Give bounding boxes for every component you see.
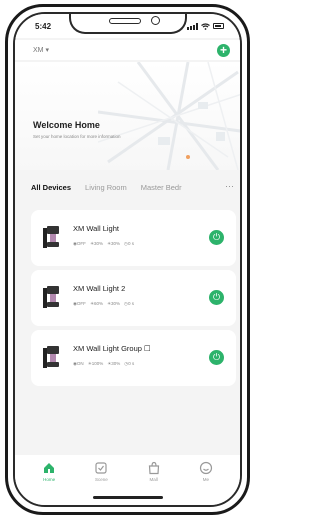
scene-icon [95, 462, 107, 474]
device-color: ☀30% [106, 241, 121, 246]
map-illustration [98, 62, 240, 170]
device-state: ◉OFF [73, 301, 86, 306]
power-button[interactable]: ⏻ [209, 290, 224, 305]
device-brightness: ☀30% [89, 241, 103, 246]
device-card[interactable]: XM Wall Light ◉OFF ☀30% ☀30% ◷0 s ⏻ [31, 210, 236, 266]
device-color: ☀30% [106, 301, 121, 306]
status-icons [187, 22, 224, 30]
status-time: 5:42 [35, 21, 52, 31]
tab-me[interactable]: Me [186, 461, 226, 505]
welcome-banner[interactable]: Welcome Home Set your home location for … [15, 62, 240, 170]
mall-icon [148, 461, 159, 475]
notch [68, 14, 187, 34]
device-state: ◉ON [73, 361, 84, 366]
screen: 5:42 XM ▾ + Welcome Home Set your home l… [13, 12, 242, 507]
device-name: XM Wall Light Group ☐ [73, 344, 151, 353]
device-card[interactable]: XM Wall Light Group ☐ ◉ON ☀100% ☀30% ◷0 … [31, 330, 236, 386]
more-tabs-icon[interactable]: ··· [223, 181, 234, 191]
home-indicator[interactable] [92, 496, 163, 499]
signal-icon [187, 22, 198, 30]
welcome-title: Welcome Home [33, 120, 100, 130]
device-name: XM Wall Light 2 [73, 284, 126, 293]
tab-living-room[interactable]: Living Room [85, 183, 127, 192]
wall-light-icon [43, 346, 59, 368]
battery-icon [213, 23, 224, 29]
me-icon [199, 461, 212, 475]
device-state: ◉OFF [73, 241, 86, 246]
bottom-tab-bar: Home Scene Mall Me [15, 455, 240, 505]
tab-all-devices[interactable]: All Devices [31, 183, 71, 192]
home-header: XM ▾ + [15, 40, 240, 60]
power-button[interactable]: ⏻ [209, 350, 224, 365]
device-stats: ◉OFF ☀60% ☀30% ◷0 s [73, 301, 134, 307]
home-selector[interactable]: XM ▾ [33, 46, 49, 54]
device-color: ☀30% [107, 361, 121, 366]
device-timer: ◷0 s [124, 301, 134, 306]
wifi-icon [201, 22, 210, 30]
home-icon [44, 463, 55, 473]
device-brightness: ☀100% [87, 361, 104, 366]
wall-light-icon [43, 286, 59, 308]
welcome-subtitle: Set your home location for more informat… [33, 134, 121, 139]
tab-mall-label: Mall [149, 477, 158, 482]
tab-master-bedroom[interactable]: Master Bedr [141, 183, 182, 192]
tab-home-label: Home [43, 477, 56, 482]
tab-home[interactable]: Home [29, 461, 69, 505]
device-name: XM Wall Light [73, 224, 119, 233]
room-tabs: All Devices Living Room Master Bedr ··· [15, 178, 240, 196]
device-timer: ◷0 s [124, 361, 135, 366]
device-timer: ◷0 s [124, 241, 134, 246]
speaker-icon [108, 18, 141, 24]
device-brightness: ☀60% [89, 301, 103, 306]
power-button[interactable]: ⏻ [209, 230, 224, 245]
device-stats: ◉OFF ☀30% ☀30% ◷0 s [73, 241, 134, 247]
add-device-button[interactable]: + [217, 43, 230, 57]
device-stats: ◉ON ☀100% ☀30% ◷0 s [73, 361, 134, 367]
phone-frame: 5:42 XM ▾ + Welcome Home Set your home l… [5, 4, 250, 515]
wall-light-icon [43, 226, 59, 248]
tab-scene-label: Scene [94, 477, 108, 482]
camera-icon [150, 16, 160, 25]
device-card[interactable]: XM Wall Light 2 ◉OFF ☀60% ☀30% ◷0 s ⏻ [31, 270, 236, 326]
tab-me-label: Me [202, 477, 209, 482]
